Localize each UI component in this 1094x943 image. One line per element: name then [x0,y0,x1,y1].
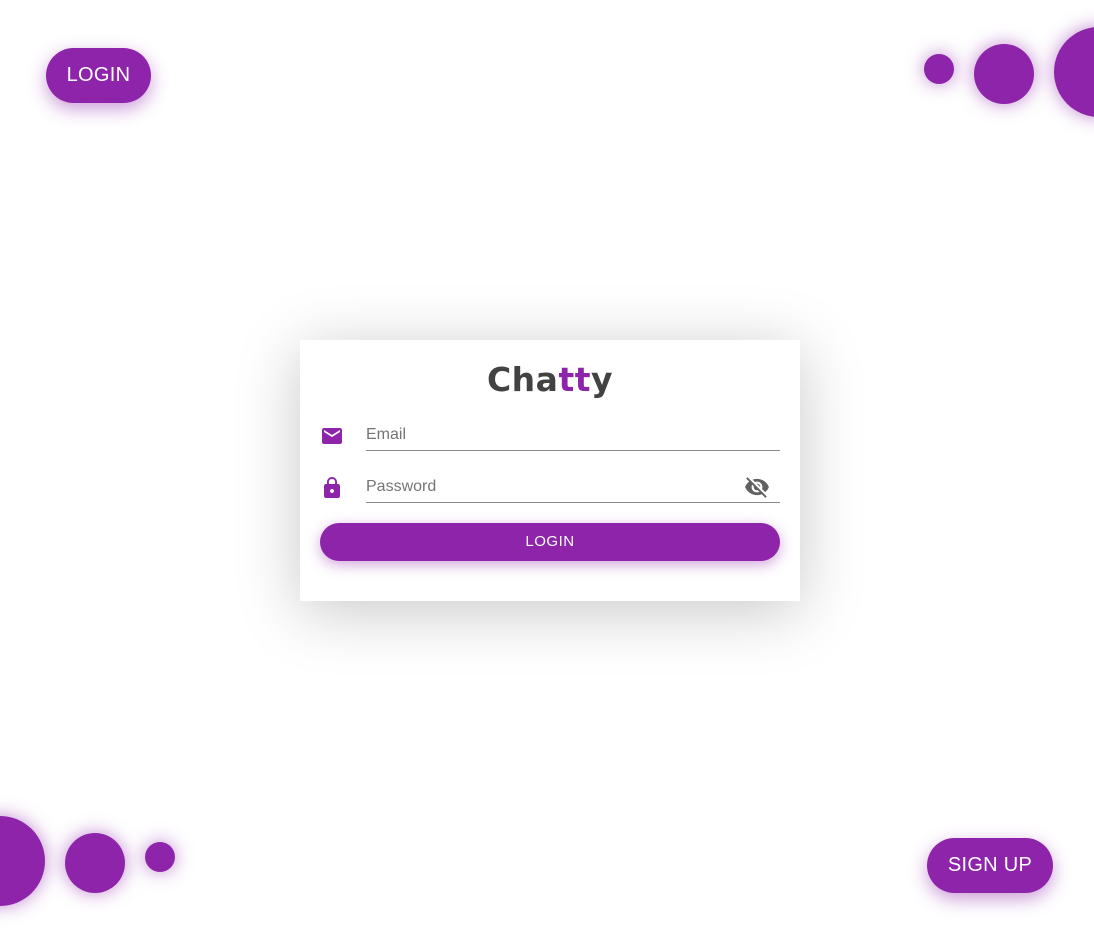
decorative-bubble-large [0,816,45,906]
login-card: Chatty LOGIN [300,340,800,601]
visibility-off-icon[interactable] [744,474,770,500]
email-row [320,420,780,456]
decorative-bubble-large [1054,27,1094,117]
decorative-bubble-small [145,842,175,872]
login-submit-button[interactable]: LOGIN [320,523,780,561]
brand-text-part1: Cha [486,360,559,399]
decorative-bubble-medium [65,833,125,893]
password-field[interactable] [366,472,780,503]
brand-logo: Chatty [300,360,800,399]
decorative-bubble-small [924,54,954,84]
password-row [320,472,780,508]
lock-icon [324,477,340,498]
email-field[interactable] [366,420,780,451]
brand-text-part3: y [591,360,614,399]
mail-icon [322,428,342,444]
brand-text-accent: tt [558,360,592,399]
decorative-bubble-medium [974,44,1034,104]
login-page: LOGIN SIGN UP Chatty Email LOGIN [0,0,1094,943]
nav-signup-button[interactable]: SIGN UP [927,838,1053,893]
nav-login-button[interactable]: LOGIN [46,48,151,103]
